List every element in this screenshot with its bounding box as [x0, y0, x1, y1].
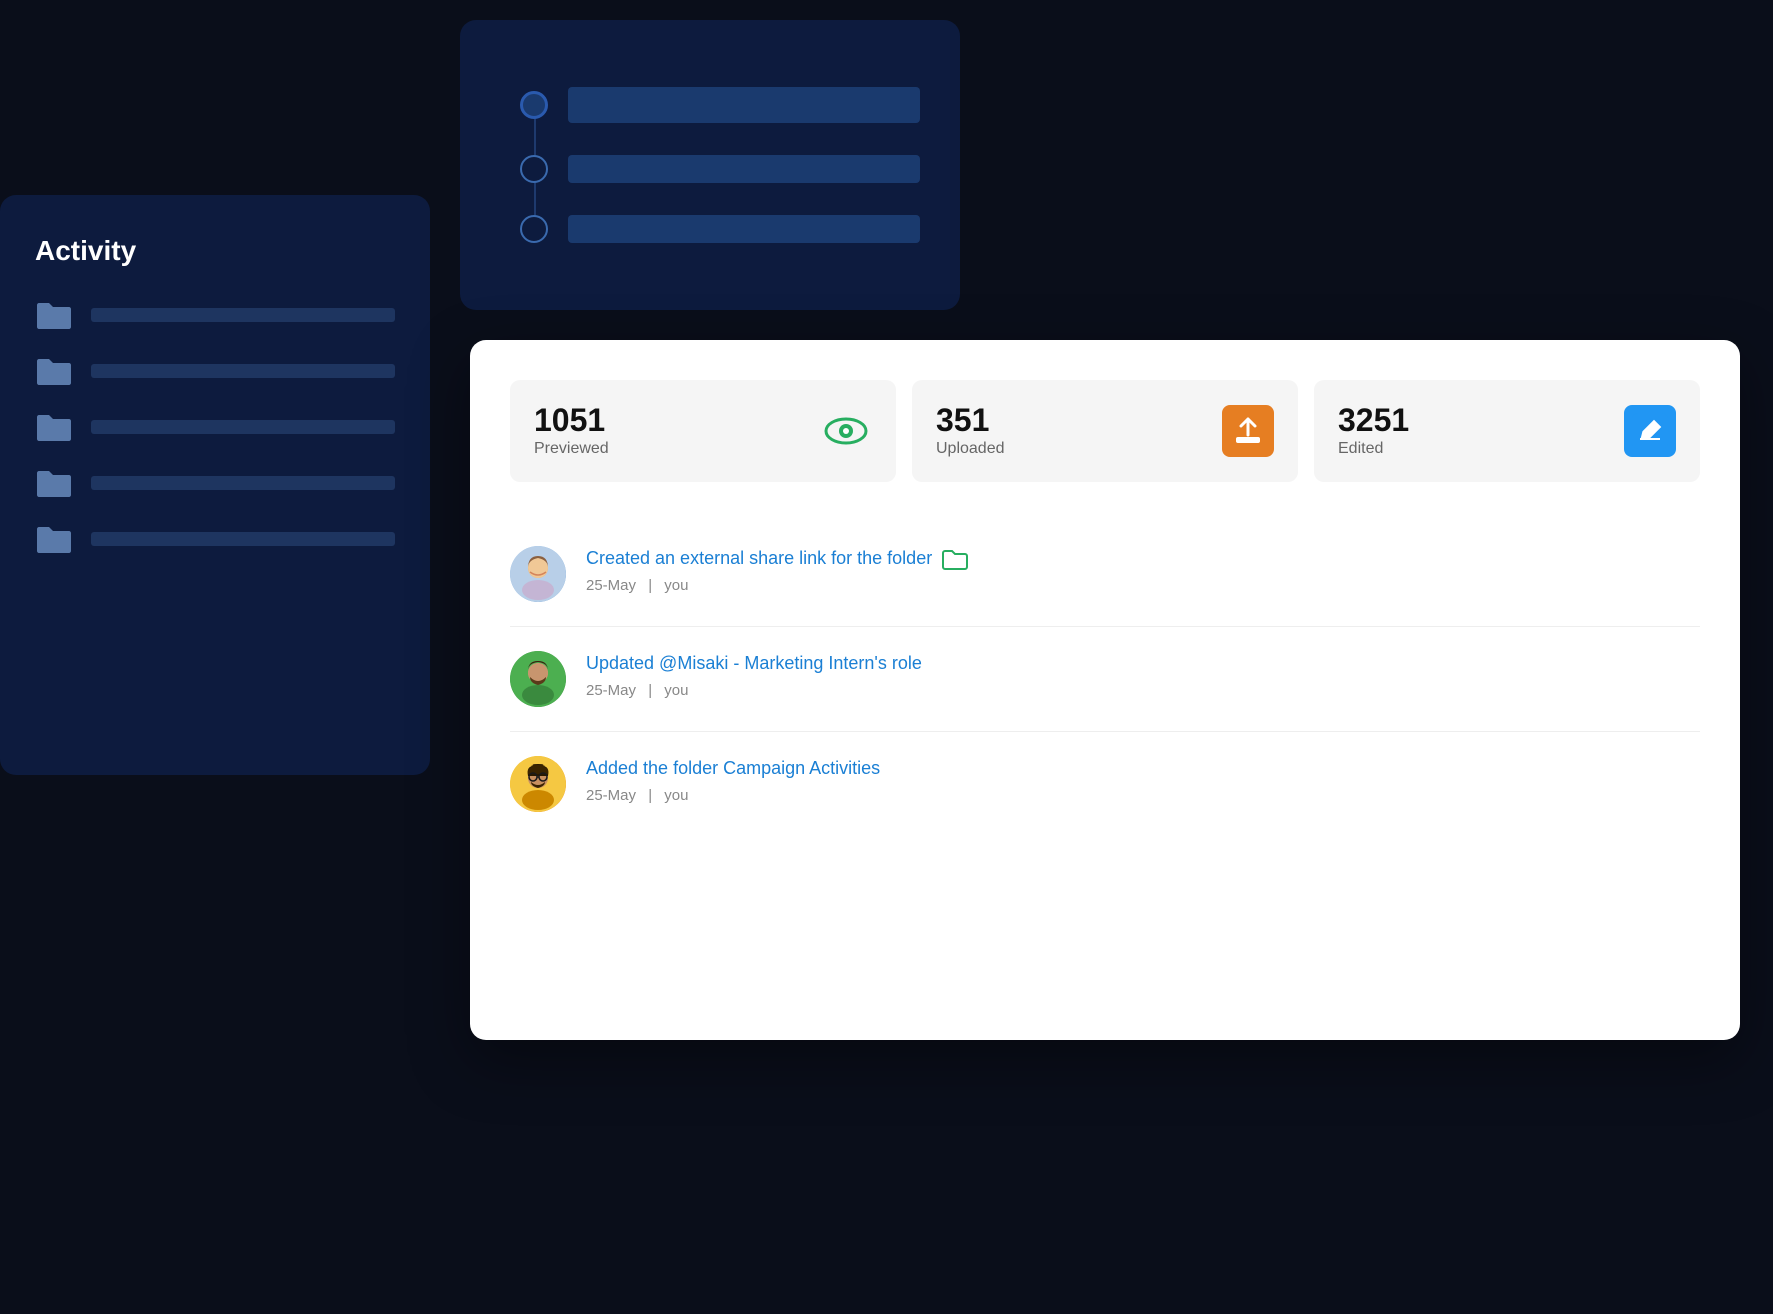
stat-previewed-icon — [820, 405, 872, 457]
activity-action-text-2: Updated @Misaki - Marketing Intern's rol… — [586, 651, 922, 676]
avatar-1 — [510, 546, 566, 602]
timeline-dot-3 — [520, 215, 548, 243]
folder-bar-3 — [91, 420, 395, 434]
timeline-bar-3 — [568, 215, 920, 243]
folder-bar-4 — [91, 476, 395, 490]
stat-edited-icon — [1624, 405, 1676, 457]
folder-icon-4 — [35, 467, 73, 499]
separator-2: | — [648, 682, 652, 699]
avatar-3 — [510, 756, 566, 812]
stat-previewed-text: 1051 Previewed — [534, 404, 804, 458]
separator-3: | — [648, 787, 652, 804]
folder-list — [35, 299, 395, 555]
avatar-2 — [510, 651, 566, 707]
main-card: 1051 Previewed 351 Uploaded — [470, 340, 1740, 1040]
activity-item-3: Added the folder Campaign Activities 25-… — [510, 732, 1700, 836]
folder-icon-3 — [35, 411, 73, 443]
folder-item-1 — [35, 299, 395, 331]
folder-item-4 — [35, 467, 395, 499]
edit-icon — [1632, 413, 1668, 449]
top-timeline-panel — [460, 20, 960, 310]
stat-uploaded-icon — [1222, 405, 1274, 457]
activity-content-2: Updated @Misaki - Marketing Intern's rol… — [586, 651, 1700, 699]
stat-previewed: 1051 Previewed — [510, 380, 896, 482]
timeline-row-1 — [520, 87, 920, 123]
activity-date-1: 25-May — [586, 577, 636, 594]
activity-date-2: 25-May — [586, 682, 636, 699]
activity-action-1: Created an external share link for the f… — [586, 546, 1700, 571]
folder-action-icon-1 — [942, 548, 968, 570]
folder-item-3 — [35, 411, 395, 443]
timeline-dot-1 — [520, 91, 548, 119]
activity-action-text-3: Added the folder Campaign Activities — [586, 756, 880, 781]
stat-uploaded-text: 351 Uploaded — [936, 404, 1206, 458]
stat-uploaded: 351 Uploaded — [912, 380, 1298, 482]
timeline — [520, 87, 920, 243]
activity-item-2: Updated @Misaki - Marketing Intern's rol… — [510, 627, 1700, 732]
stat-edited-number: 3251 — [1338, 404, 1608, 436]
timeline-dot-2 — [520, 155, 548, 183]
activity-content-3: Added the folder Campaign Activities 25-… — [586, 756, 1700, 804]
activity-meta-3: 25-May | you — [586, 787, 1700, 804]
folder-icon-5 — [35, 523, 73, 555]
activity-heading: Activity — [35, 235, 395, 267]
upload-icon — [1230, 413, 1266, 449]
folder-icon-1 — [35, 299, 73, 331]
folder-icon-2 — [35, 355, 73, 387]
activity-meta-2: 25-May | you — [586, 682, 1700, 699]
activity-action-2: Updated @Misaki - Marketing Intern's rol… — [586, 651, 1700, 676]
activity-who-3: you — [664, 787, 688, 804]
stats-row: 1051 Previewed 351 Uploaded — [510, 380, 1700, 482]
stat-edited-text: 3251 Edited — [1338, 404, 1608, 458]
timeline-row-3 — [520, 215, 920, 243]
stat-uploaded-number: 351 — [936, 404, 1206, 436]
activity-date-3: 25-May — [586, 787, 636, 804]
timeline-bar-1 — [568, 87, 920, 123]
folder-item-2 — [35, 355, 395, 387]
activity-who-1: you — [664, 577, 688, 594]
activity-meta-1: 25-May | you — [586, 577, 1700, 594]
activity-item-1: Created an external share link for the f… — [510, 522, 1700, 627]
folder-bar-5 — [91, 532, 395, 546]
avatar-face-2 — [510, 651, 566, 707]
stat-previewed-number: 1051 — [534, 404, 804, 436]
activity-sidebar-panel: Activity — [0, 195, 430, 775]
folder-bar-2 — [91, 364, 395, 378]
eye-icon — [824, 415, 868, 447]
timeline-row-2 — [520, 155, 920, 183]
stat-edited-label: Edited — [1338, 440, 1608, 458]
activity-action-3: Added the folder Campaign Activities — [586, 756, 1700, 781]
stat-uploaded-label: Uploaded — [936, 440, 1206, 458]
folder-bar-1 — [91, 308, 395, 322]
stat-edited: 3251 Edited — [1314, 380, 1700, 482]
timeline-bar-2 — [568, 155, 920, 183]
activity-who-2: you — [664, 682, 688, 699]
avatar-face-1 — [510, 546, 566, 602]
stat-previewed-label: Previewed — [534, 440, 804, 458]
separator-1: | — [648, 577, 652, 594]
folder-item-5 — [35, 523, 395, 555]
activity-action-text-1: Created an external share link for the f… — [586, 546, 932, 571]
avatar-face-3 — [510, 756, 566, 812]
activity-content-1: Created an external share link for the f… — [586, 546, 1700, 594]
